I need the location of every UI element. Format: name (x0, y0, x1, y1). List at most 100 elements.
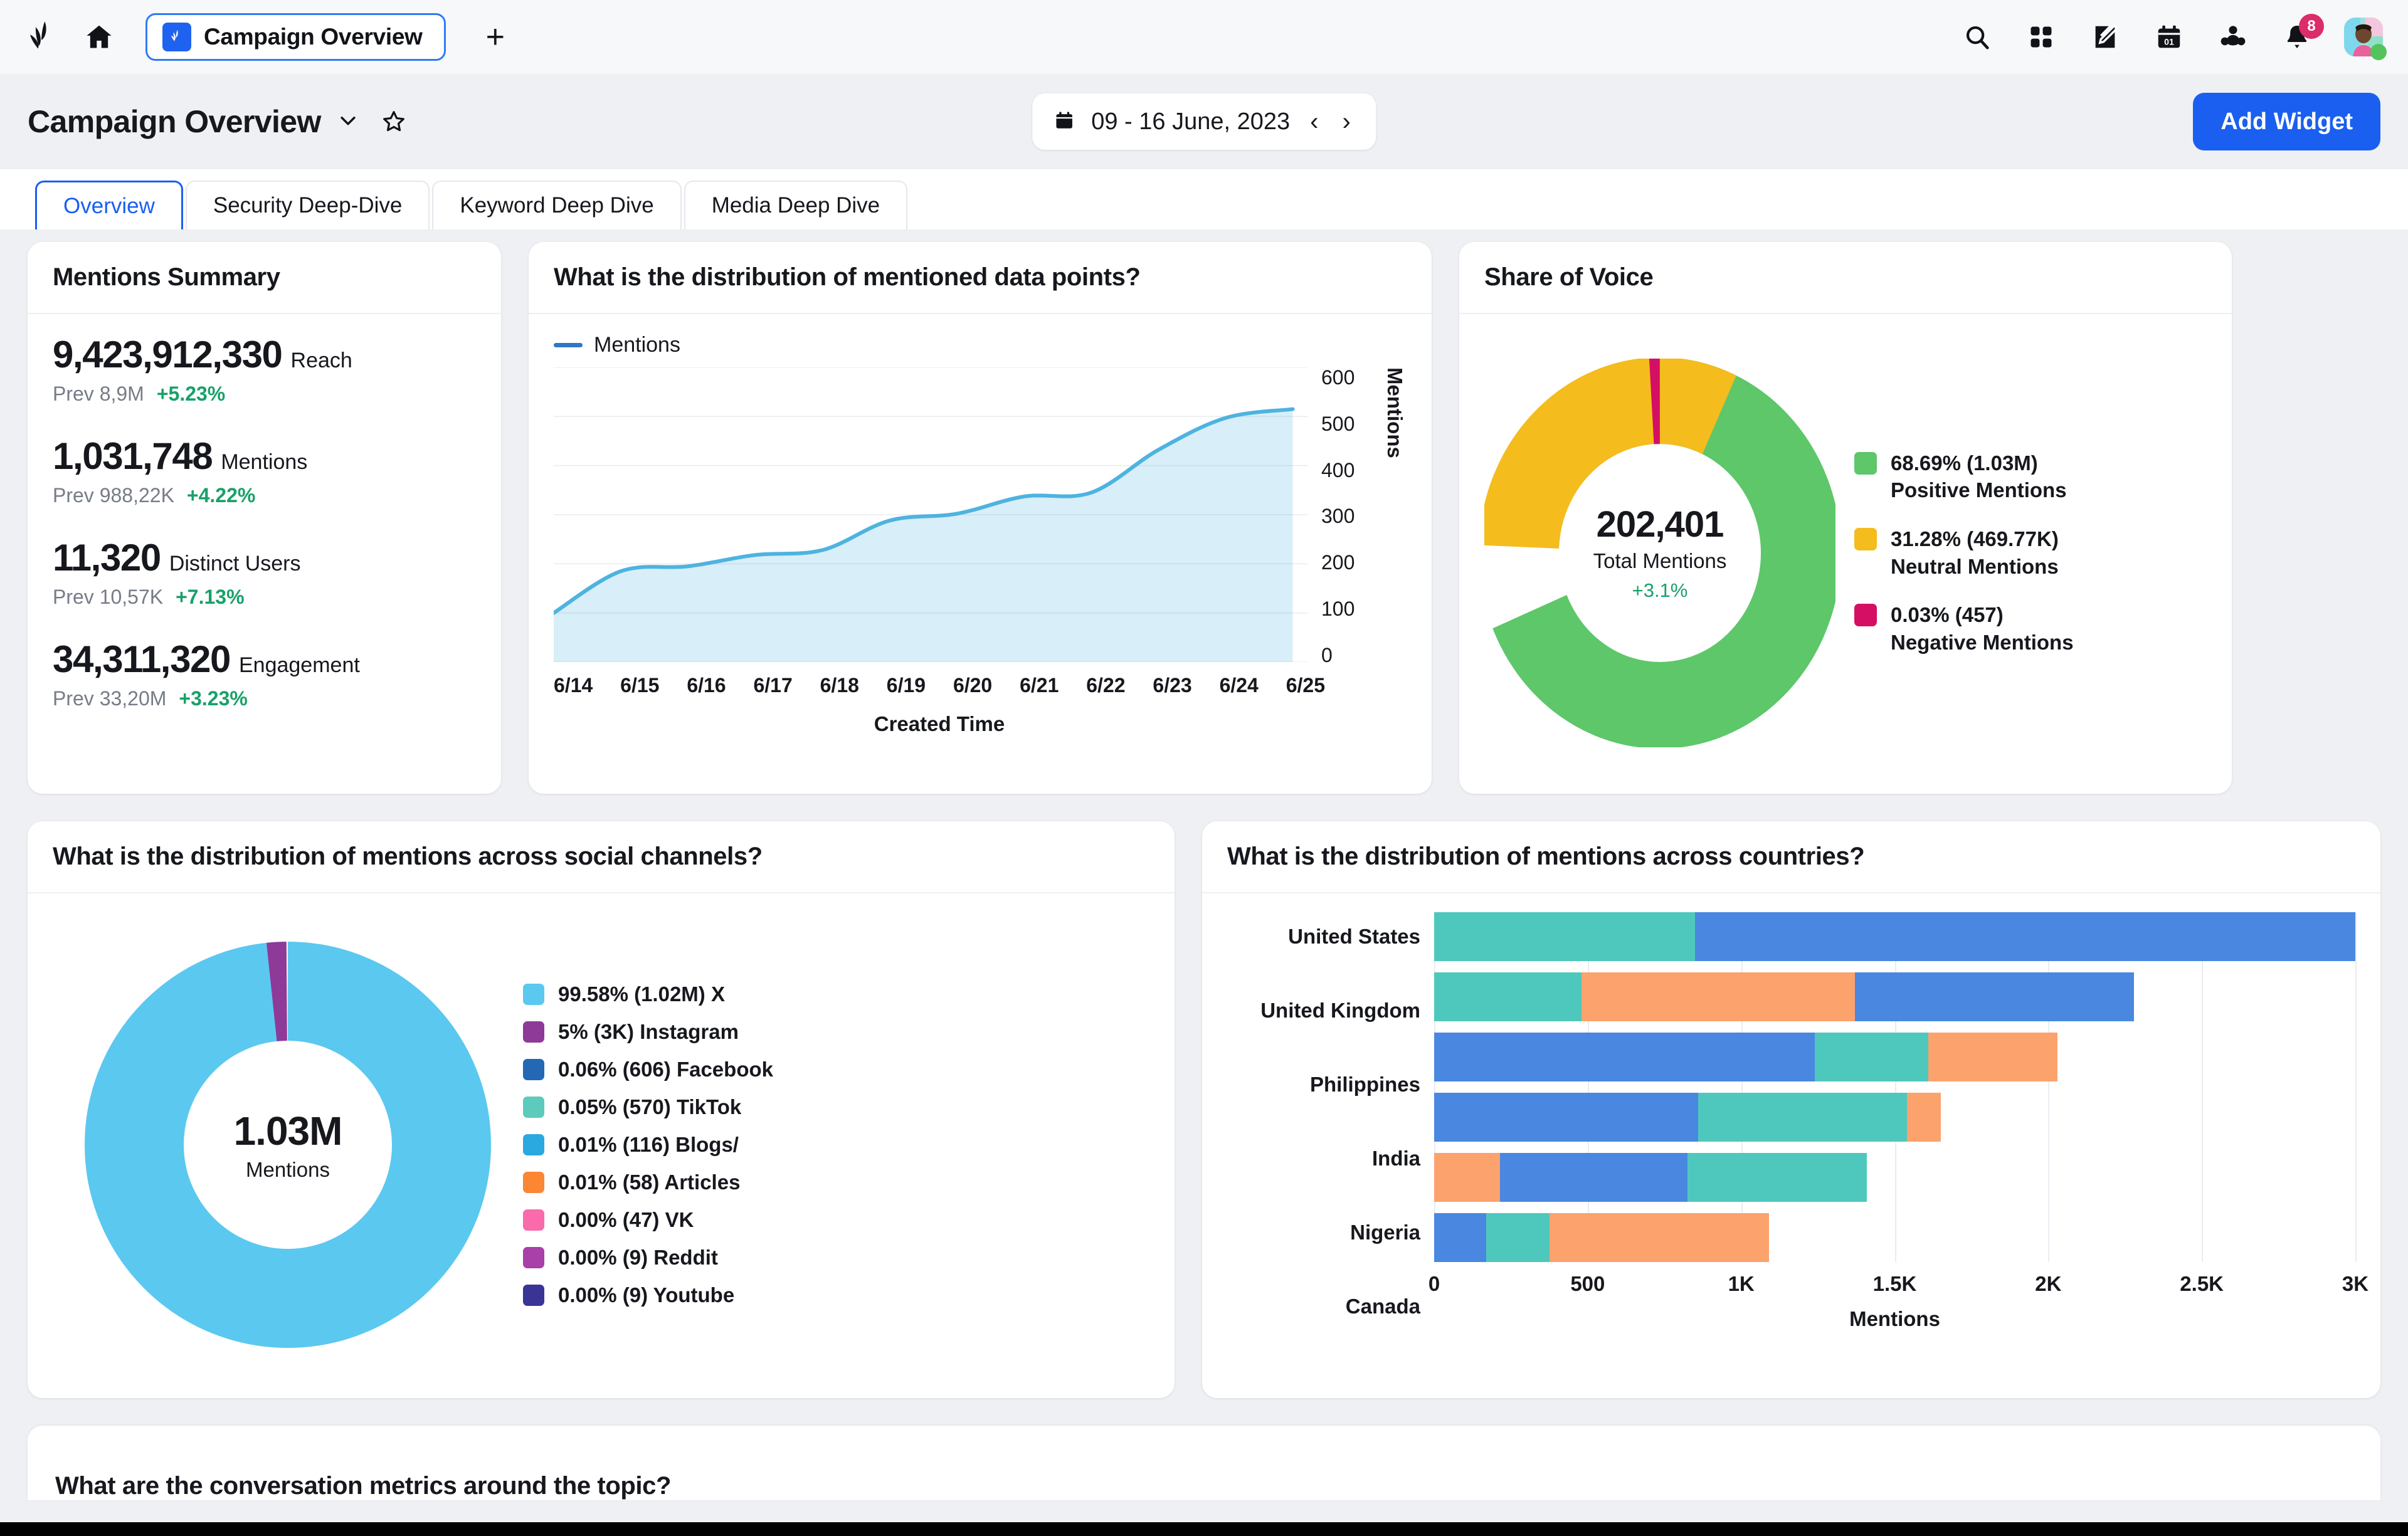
new-tab-button[interactable]: + (486, 21, 505, 53)
bar-segment[interactable] (1486, 1213, 1549, 1262)
metric-value: 9,423,912,330 (53, 333, 282, 376)
bar-segment[interactable] (1434, 1093, 1698, 1142)
legend-item[interactable]: 0.00% (47) VK (523, 1208, 773, 1232)
date-range-prev-button[interactable]: ‹ (1306, 108, 1322, 136)
bar-segment[interactable] (1698, 1093, 1907, 1142)
bar-category-label: Canada (1227, 1282, 1420, 1331)
chevron-down-icon[interactable] (337, 110, 359, 134)
bar-segment[interactable] (1582, 972, 1855, 1021)
people-icon[interactable] (2216, 20, 2250, 54)
area-chart-x-ticks: 6/146/156/166/176/186/196/206/216/226/23… (554, 674, 1407, 697)
page-header: Campaign Overview 09 - 16 June, 2023 ‹ ›… (0, 74, 2408, 169)
bar-segment[interactable] (1434, 972, 1582, 1021)
card-title: Share of Voice (1484, 263, 2207, 292)
metric-engagement: 34,311,320 Engagement Prev 33,20M +3.23% (53, 638, 476, 710)
tab-keyword-deep-dive[interactable]: Keyword Deep Dive (432, 181, 681, 229)
card-social-channels: What is the distribution of mentions acr… (28, 821, 1175, 1398)
search-icon[interactable] (1960, 20, 1994, 54)
metric-label: Engagement (239, 653, 360, 678)
bar-row[interactable] (1434, 1153, 2355, 1202)
notification-badge: 8 (2299, 14, 2324, 39)
bar-chart-category-labels: United StatesUnited KingdomPhilippinesIn… (1227, 912, 1434, 1331)
legend-item[interactable]: 0.01% (58) Articles (523, 1170, 773, 1194)
legend-item[interactable]: 0.01% (116) Blogs/ (523, 1133, 773, 1157)
browser-tab-campaign-overview[interactable]: Campaign Overview (145, 13, 446, 61)
bell-icon[interactable]: 8 (2280, 20, 2314, 54)
grid-line (2355, 912, 2357, 1262)
stacked-bar-chart[interactable]: United StatesUnited KingdomPhilippinesIn… (1227, 912, 2355, 1331)
add-widget-button[interactable]: Add Widget (2193, 93, 2380, 150)
page-title-dropdown[interactable]: Campaign Overview (28, 103, 359, 140)
bar-row[interactable] (1434, 1033, 2355, 1081)
legend-swatch-neutral (1854, 528, 1877, 550)
bar-segment[interactable] (1855, 972, 2135, 1021)
x-tick-label: 6/25 (1286, 674, 1325, 697)
brand-tab-icon (162, 23, 191, 51)
user-avatar[interactable] (2344, 18, 2383, 56)
bar-segment[interactable] (1815, 1033, 1928, 1081)
grid-line (1741, 912, 1743, 1262)
bar-segment[interactable] (1500, 1153, 1687, 1202)
legend-label-reddit: 0.00% (9) Reddit (558, 1246, 718, 1270)
star-outline-icon[interactable] (381, 109, 406, 134)
bar-segment[interactable] (1695, 912, 2355, 961)
home-icon[interactable] (82, 19, 117, 55)
x-tick-label: 1K (1728, 1272, 1755, 1296)
bar-segment[interactable] (1434, 912, 1695, 961)
grid-apps-icon[interactable] (2024, 20, 2058, 54)
legend-item[interactable]: 0.05% (570) TikTok (523, 1095, 773, 1119)
date-range-next-button[interactable]: › (1338, 108, 1354, 136)
legend-item[interactable]: 0.03% (457)Negative Mentions (1854, 601, 2074, 656)
legend-item[interactable]: 68.69% (1.03M)Positive Mentions (1854, 450, 2074, 504)
tab-overview[interactable]: Overview (35, 181, 183, 229)
date-range-picker[interactable]: 09 - 16 June, 2023 ‹ › (1032, 93, 1376, 150)
bar-segment[interactable] (1928, 1033, 2057, 1081)
social-channels-legend: 99.58% (1.02M) X 5% (3K) Instagram 0.06%… (523, 982, 773, 1307)
social-channels-donut[interactable]: 1.03M Mentions (71, 925, 504, 1364)
legend-swatch-articles (523, 1172, 544, 1193)
card-title: What is the distribution of mentions acr… (53, 843, 1149, 871)
share-of-voice-donut[interactable]: 202,401 Total Mentions +3.1% (1484, 359, 1835, 747)
legend-item[interactable]: 31.28% (469.77K)Neutral Mentions (1854, 525, 2074, 580)
legend-item[interactable]: 99.58% (1.02M) X (523, 982, 773, 1006)
bar-segment[interactable] (1434, 1213, 1486, 1262)
bar-row[interactable] (1434, 1213, 2355, 1262)
bar-row[interactable] (1434, 912, 2355, 961)
bar-segment[interactable] (1687, 1153, 1867, 1202)
tab-media-deep-dive[interactable]: Media Deep Dive (684, 181, 907, 229)
donut-center-delta: +3.1% (1632, 579, 1688, 602)
donut-center-value: 1.03M (234, 1108, 342, 1154)
bar-segment[interactable] (1434, 1153, 1500, 1202)
legend-item[interactable]: 0.00% (9) Youtube (523, 1283, 773, 1307)
metric-label: Distinct Users (169, 552, 301, 576)
compose-pencil-icon[interactable] (2088, 20, 2122, 54)
legend-item[interactable]: 0.00% (9) Reddit (523, 1246, 773, 1270)
bar-row[interactable] (1434, 972, 2355, 1021)
area-chart[interactable]: 6005004003002001000 Mentions (554, 367, 1407, 665)
bar-segment[interactable] (1907, 1093, 1941, 1142)
card-title: What is the distribution of mentioned da… (554, 263, 1407, 292)
metric-sub: Prev 8,9M +5.23% (53, 382, 476, 406)
metric-sub: Prev 10,57K +7.13% (53, 586, 476, 609)
card-body: 9,423,912,330 Reach Prev 8,9M +5.23% 1,0… (28, 314, 501, 794)
bar-segment[interactable] (1434, 1033, 1815, 1081)
metric-value: 1,031,748 (53, 434, 212, 478)
tab-security-deep-dive[interactable]: Security Deep-Dive (186, 181, 430, 229)
card-title: What are the conversation metrics around… (55, 1472, 2353, 1500)
legend-swatch-youtube (523, 1285, 544, 1306)
legend-label-blogs: 0.01% (116) Blogs/ (558, 1133, 739, 1157)
legend-item[interactable]: 0.06% (606) Facebook (523, 1058, 773, 1081)
legend-item[interactable]: 5% (3K) Instagram (523, 1020, 773, 1044)
grid-line (2048, 912, 2049, 1262)
donut-center-text: 202,401 Total Mentions +3.1% (1484, 359, 1835, 747)
metric-mentions: 1,031,748 Mentions Prev 988,22K +4.22% (53, 434, 476, 507)
grid-line (1895, 912, 1896, 1262)
bar-segment[interactable] (1550, 1213, 1769, 1262)
bar-row[interactable] (1434, 1093, 2355, 1142)
area-chart-x-axis-title: Created Time (554, 712, 1407, 736)
card-share-of-voice: Share of Voice (1459, 242, 2232, 794)
brand-leaf-logo-icon[interactable] (25, 18, 63, 56)
x-tick-label: 1.5K (1873, 1272, 1917, 1296)
x-tick-label: 6/14 (554, 674, 593, 697)
calendar-icon[interactable]: 01 (2152, 20, 2186, 54)
